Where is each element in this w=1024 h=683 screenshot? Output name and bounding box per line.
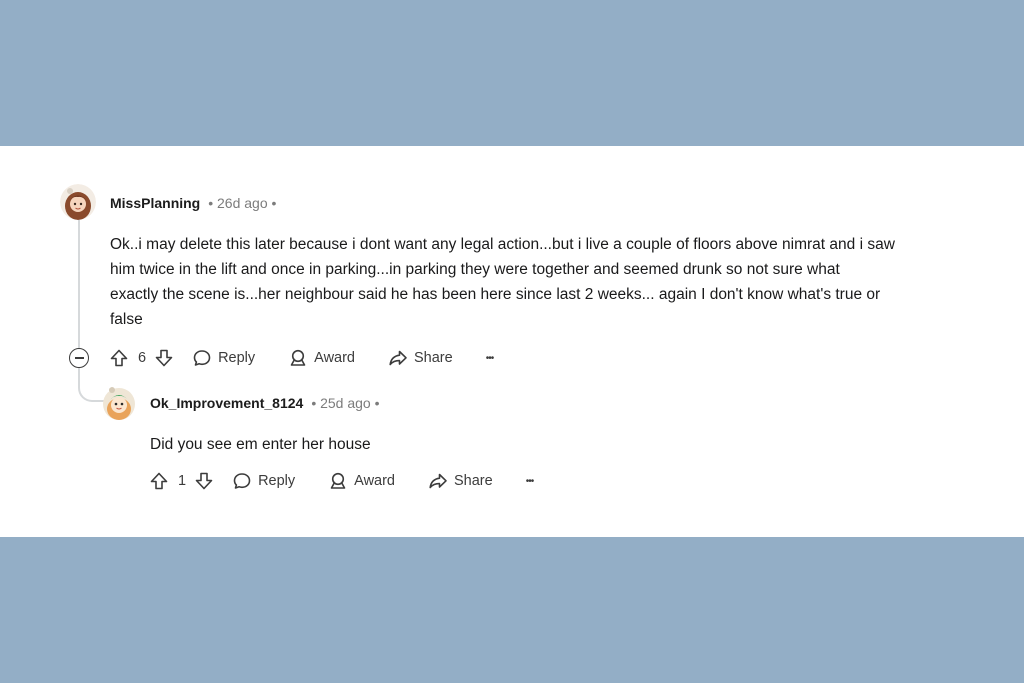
share-label: Share <box>454 473 493 489</box>
comment-meta: • 25d ago • <box>311 395 380 411</box>
collapse-icon[interactable] <box>69 348 89 368</box>
share-icon <box>389 350 407 366</box>
thread-line <box>78 212 80 348</box>
more-icon[interactable]: ••• <box>526 476 534 487</box>
thread-curve <box>78 366 104 402</box>
reply-label: Reply <box>218 350 256 366</box>
downvote-icon[interactable] <box>154 348 174 368</box>
comment-body-line: Did you see em enter her house <box>150 436 371 453</box>
award-button[interactable]: Award <box>288 348 355 368</box>
more-icon[interactable]: ••• <box>486 353 494 364</box>
avatar[interactable] <box>60 184 96 220</box>
award-icon <box>330 472 346 489</box>
comment-body-line: false <box>110 311 143 328</box>
comment-actions: 1 Reply Award Share ••• <box>149 468 534 494</box>
reply-icon <box>193 350 211 366</box>
vote-count: 6 <box>138 350 147 366</box>
upvote-icon[interactable] <box>149 471 169 491</box>
award-icon <box>290 349 306 366</box>
reply-label: Reply <box>258 473 296 489</box>
share-button[interactable]: Share <box>428 471 493 491</box>
comment-actions: 6 Reply Award Share ••• <box>109 345 494 371</box>
award-label: Award <box>314 350 355 366</box>
reply-button[interactable]: Reply <box>192 348 255 368</box>
reply-button[interactable]: Reply <box>232 471 295 491</box>
comment-body: Ok..i may delete this later because i do… <box>110 232 1010 332</box>
username[interactable]: MissPlanning <box>110 195 200 211</box>
comment-header: MissPlanning • 26d ago • <box>110 193 276 213</box>
comment-header: Ok_Improvement_8124 • 25d ago • <box>150 393 380 413</box>
downvote-icon[interactable] <box>194 471 214 491</box>
comment-thread: MissPlanning • 26d ago • Ok..i may delet… <box>0 146 1024 537</box>
share-label: Share <box>414 350 453 366</box>
share-button[interactable]: Share <box>388 348 453 368</box>
comment-meta: • 26d ago • <box>208 195 277 211</box>
comment-body-line: exactly the scene is...her neighbour sai… <box>110 286 881 303</box>
award-label: Award <box>354 473 395 489</box>
vote-count: 1 <box>178 473 187 489</box>
comment-body-line: him twice in the lift and once in parkin… <box>110 261 840 278</box>
upvote-icon[interactable] <box>109 348 129 368</box>
share-icon <box>429 473 447 489</box>
username[interactable]: Ok_Improvement_8124 <box>150 395 303 411</box>
comment-body: Did you see em enter her house <box>150 432 970 457</box>
award-button[interactable]: Award <box>328 471 395 491</box>
comment-body-line: Ok..i may delete this later because i do… <box>110 236 895 253</box>
reply-icon <box>233 473 251 489</box>
avatar[interactable] <box>102 385 136 421</box>
